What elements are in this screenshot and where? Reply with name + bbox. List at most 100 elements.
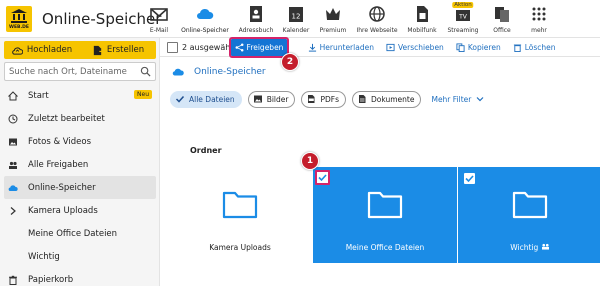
nav-kalender[interactable]: 12 Kalender	[278, 0, 314, 38]
move-icon	[386, 43, 395, 51]
download-label: Herunterladen	[319, 42, 374, 52]
nav-label: Streaming	[447, 27, 479, 34]
office-icon	[495, 7, 509, 22]
folder-tile[interactable]: Kamera Uploads	[168, 167, 312, 263]
sidebar-item-fotos-videos[interactable]: Fotos & Videos	[4, 130, 156, 153]
chevron-down-icon	[476, 97, 484, 102]
nav-online-speicher[interactable]: Online-Speicher	[176, 0, 234, 38]
nav-office[interactable]: Office	[484, 0, 520, 38]
folder-checkbox[interactable]	[464, 173, 475, 184]
share-label: Freigeben	[246, 43, 284, 52]
sidebar-item-meine-office-dateien[interactable]: Meine Office Dateien	[4, 222, 156, 245]
sidebar-item-wichtig[interactable]: Wichtig	[4, 245, 156, 268]
more-filters-button[interactable]: Mehr Filter	[431, 95, 484, 104]
calendar-icon: 12	[289, 7, 303, 22]
filter-pdfs[interactable]: PDFs	[301, 90, 346, 108]
delete-label: Löschen	[524, 42, 556, 52]
move-button[interactable]: Verschieben	[386, 43, 444, 52]
folder-checkbox[interactable]	[315, 170, 330, 185]
filter-bar: Alle Dateien Bilder PDFs Dokumente Mehr …	[170, 89, 484, 109]
section-title: Ordner	[190, 146, 222, 155]
search-input[interactable]: Suche nach Ort, Dateiname	[4, 62, 156, 81]
breadcrumb: Online-Speicher	[160, 60, 600, 84]
nav-label: Office	[493, 27, 511, 34]
nav-label: mehr	[531, 27, 547, 34]
move-label: Verschieben	[397, 42, 444, 52]
search-icon	[140, 66, 151, 77]
action-bar: 2 ausgewählt Freigeben Herunterladen Ver…	[160, 37, 600, 58]
sidebar-item-papierkorb[interactable]: Papierkorb	[4, 268, 156, 286]
svg-text:12: 12	[292, 13, 301, 21]
upload-create-bar: Hochladen Erstellen	[4, 41, 156, 59]
globe-icon	[369, 6, 385, 22]
step-callout-1: 1	[301, 152, 319, 170]
nav-adressbuch[interactable]: Adressbuch	[234, 0, 278, 38]
grid-icon	[532, 7, 546, 21]
chevron-right-icon[interactable]	[8, 206, 18, 216]
sidebar-menu: Start Neu Zuletzt bearbeitet Fotos & Vid…	[4, 84, 156, 286]
nav-label: E-Mail	[149, 27, 169, 34]
filter-alle-dateien[interactable]: Alle Dateien	[170, 90, 242, 108]
nav-streaming[interactable]: Aktion TV Streaming	[442, 0, 484, 38]
copy-button[interactable]: Kopieren	[456, 43, 501, 52]
sim-icon	[417, 6, 428, 22]
nav-label: Premium	[319, 27, 347, 34]
nav-mehr[interactable]: mehr	[520, 0, 558, 38]
folder-tile[interactable]: Meine Office Dateien	[313, 167, 457, 263]
upload-label: Hochladen	[26, 45, 73, 55]
brand-label: WEB.DE	[9, 25, 29, 30]
select-all-checkbox[interactable]	[167, 41, 178, 53]
contacts-icon	[250, 6, 262, 22]
neu-badge: Neu	[134, 90, 152, 99]
nav-ihre-webseite[interactable]: Ihre Webseite	[352, 0, 402, 38]
sidebar-item-start[interactable]: Start Neu	[4, 84, 156, 107]
sidebar-item-label: Online-Speicher	[28, 182, 96, 193]
copy-label: Kopieren	[467, 42, 501, 52]
mail-icon	[150, 8, 168, 21]
top-bar: WEB.DE Online-Speicher E-Mail Online-Spe…	[0, 0, 600, 38]
breadcrumb-item[interactable]: Online-Speicher	[194, 67, 266, 77]
nav-premium[interactable]: Premium	[314, 0, 352, 38]
top-nav: E-Mail Online-Speicher Adressbuch 12 Kal…	[142, 0, 558, 38]
share-button[interactable]: Freigeben	[229, 37, 289, 58]
svg-text:TV: TV	[458, 14, 468, 21]
nav-label: Ihre Webseite	[356, 27, 398, 34]
nav-label: Online-Speicher	[181, 27, 229, 34]
nav-label: Mobilfunk	[407, 27, 437, 34]
image-icon	[9, 138, 17, 145]
nav-mobilfunk[interactable]: Mobilfunk	[402, 0, 442, 38]
sidebar-item-label: Papierkorb	[28, 274, 74, 285]
checkmark-icon	[318, 174, 327, 182]
sidebar-item-kamera-uploads[interactable]: Kamera Uploads	[4, 199, 156, 222]
nav-email[interactable]: E-Mail	[142, 0, 176, 38]
filter-label: Bilder	[266, 94, 289, 104]
more-filters-label: Mehr Filter	[431, 94, 472, 104]
filter-dokumente[interactable]: Dokumente	[352, 90, 422, 108]
create-label: Erstellen	[106, 45, 145, 55]
pdf-icon	[308, 95, 315, 103]
delete-button[interactable]: Löschen	[513, 43, 556, 52]
new-document-icon	[93, 45, 102, 55]
people-icon	[9, 161, 17, 169]
folder-name: Meine Office Dateien	[345, 243, 425, 252]
folder-icon	[367, 191, 403, 219]
create-button[interactable]: Erstellen	[80, 41, 156, 59]
sidebar-item-label: Kamera Uploads	[28, 205, 98, 216]
sidebar-item-label: Alle Freigaben	[28, 159, 89, 170]
share-icon	[235, 43, 244, 52]
sidebar-item-zuletzt-bearbeitet[interactable]: Zuletzt bearbeitet	[4, 107, 156, 130]
sidebar-item-label: Fotos & Videos	[28, 136, 92, 147]
download-icon	[308, 43, 316, 52]
webde-logo[interactable]: WEB.DE	[6, 6, 32, 32]
download-button[interactable]: Herunterladen	[308, 43, 374, 52]
sidebar: Hochladen Erstellen Suche nach Ort, Date…	[0, 38, 160, 286]
trash-icon	[9, 275, 17, 285]
checkmark-icon	[465, 175, 474, 183]
upload-button[interactable]: Hochladen	[4, 41, 80, 59]
folder-tile[interactable]: Wichtig	[458, 167, 600, 263]
sidebar-item-label: Start	[28, 90, 49, 101]
sidebar-item-alle-freigaben[interactable]: Alle Freigaben	[4, 153, 156, 176]
filter-label: Dokumente	[371, 94, 415, 104]
sidebar-item-online-speicher[interactable]: Online-Speicher	[4, 176, 156, 199]
filter-bilder[interactable]: Bilder	[247, 90, 296, 108]
